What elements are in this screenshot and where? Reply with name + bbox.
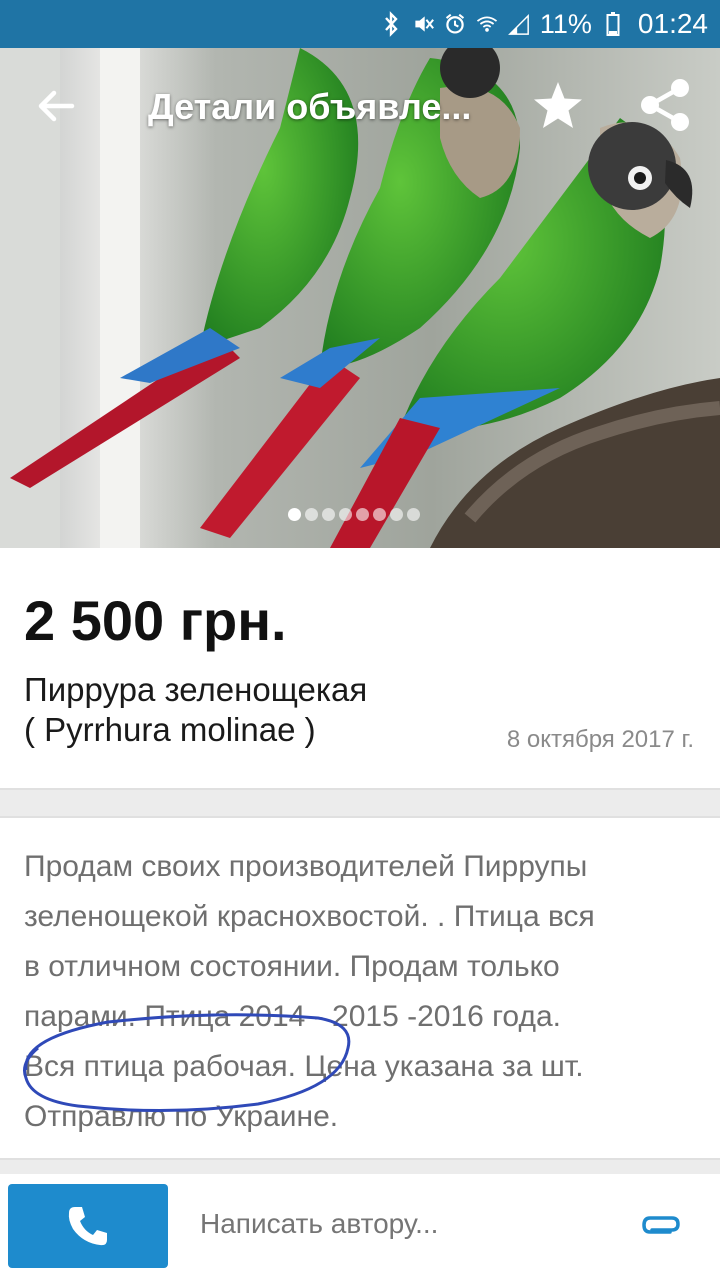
description-line: зеленощекой краснохвостой. . Птица вся — [24, 900, 595, 933]
listing-date: 8 октября 2017 г. — [506, 726, 694, 753]
battery-icon — [606, 12, 620, 36]
description-line: Продам своих производителей Пиррупы — [24, 850, 588, 883]
bluetooth-icon — [384, 11, 398, 37]
message-author-input[interactable] — [200, 1208, 600, 1240]
listing-title: Пиррура зеленощекая ( Pyrrhura molinae ) — [24, 670, 367, 750]
back-arrow-icon[interactable] — [30, 80, 82, 132]
gallery-page-indicator — [288, 508, 420, 521]
listing-title-line2: ( Pyrrhura molinae ) — [24, 711, 316, 748]
listing-title-line1: Пиррура зеленощекая — [24, 671, 368, 708]
gallery-dot[interactable] — [288, 508, 301, 521]
toolbar: Детали объявле... — [0, 48, 720, 160]
mute-icon — [415, 16, 434, 32]
paperclip-icon[interactable] — [640, 1208, 686, 1242]
description-line: Отправлю по Украине. — [24, 1100, 339, 1133]
description-line: парами. Птица 2014 - 2015 -2016 года. — [24, 1000, 561, 1033]
section-divider — [0, 1158, 720, 1174]
listing-price: 2 500 грн. — [24, 589, 287, 652]
gallery-dot[interactable] — [339, 508, 352, 521]
listing-info-card: 2 500 грн. Пиррура зеленощекая ( Pyrrhur… — [0, 548, 720, 788]
gallery-dot[interactable] — [356, 508, 369, 521]
listing-description-card: Продам своих производителей Пиррупы зеле… — [0, 818, 720, 1158]
battery-percent: 11% — [539, 8, 592, 39]
share-icon[interactable] — [636, 76, 694, 134]
gallery-dot[interactable] — [322, 508, 335, 521]
listing-description: Продам своих производителей Пиррупы зеле… — [24, 842, 704, 1142]
call-button[interactable] — [8, 1184, 168, 1268]
gallery-dot[interactable] — [390, 508, 403, 521]
star-icon[interactable] — [530, 78, 586, 134]
description-line: Вся птица рабочая. Цена указана за шт. — [24, 1050, 584, 1083]
alarm-icon — [445, 13, 464, 34]
bottom-action-bar — [0, 1174, 720, 1280]
phone-icon — [68, 1207, 107, 1246]
status-bar: 11% 01:24 — [0, 0, 720, 48]
clock: 01:24 — [637, 8, 708, 39]
gallery-dot[interactable] — [407, 508, 420, 521]
section-divider — [0, 788, 720, 818]
signal-icon — [507, 13, 529, 35]
page-title: Детали объявле... — [148, 86, 472, 127]
gallery-dot[interactable] — [305, 508, 318, 521]
wifi-icon — [476, 16, 497, 32]
description-line: в отличном состоянии. Продам только — [24, 950, 560, 983]
gallery-dot[interactable] — [373, 508, 386, 521]
